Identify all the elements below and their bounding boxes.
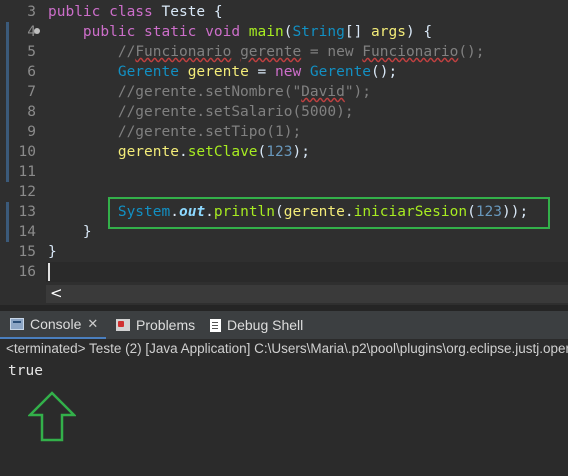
code-token: Teste {	[161, 4, 223, 20]
code-line[interactable]: 16	[0, 262, 568, 282]
code-line[interactable]: 6 Gerente gerente = new Gerente();	[0, 62, 568, 82]
code-token: Gerente	[117, 64, 188, 80]
tab-problems-label: Problems	[136, 317, 196, 333]
panel-tabbar: Console ✕ Problems Debug Shell	[0, 311, 568, 339]
console-output-text: true	[8, 363, 43, 379]
code-token: gerente	[117, 144, 179, 160]
horizontal-scrollbar[interactable]: <	[46, 284, 568, 303]
code-text: }	[48, 242, 57, 262]
code-token: (	[257, 144, 267, 160]
code-token: static	[144, 24, 206, 40]
code-line[interactable]: 15}	[0, 242, 568, 262]
text-caret	[48, 263, 50, 281]
tab-problems[interactable]: Problems	[106, 311, 195, 339]
code-token: 123	[266, 144, 293, 160]
code-text: //gerente.setSalario(5000);	[48, 102, 354, 122]
line-number: 12	[18, 184, 36, 200]
code-token: public	[48, 4, 110, 20]
code-token: Funcionario	[135, 44, 232, 60]
line-number: 13	[18, 204, 36, 220]
annotation-arrow-up-icon	[28, 391, 76, 442]
code-text: public class Teste {	[48, 2, 223, 22]
override-marker-icon[interactable]	[34, 28, 40, 34]
code-editor[interactable]: 3 public class Teste {4 public static voi…	[0, 0, 568, 305]
tab-debug-shell[interactable]: Debug Shell	[200, 311, 303, 339]
code-text: //Funcionario gerente = new Funcionario(…	[48, 42, 485, 62]
console-icon	[10, 318, 24, 330]
code-line[interactable]: 7 //gerente.setNombre("David");	[0, 82, 568, 102]
code-token: []	[344, 24, 372, 40]
line-number: 14	[18, 224, 36, 240]
code-token: ");	[344, 84, 372, 100]
console-output-area[interactable]: true	[0, 359, 568, 476]
code-line[interactable]: 9 //gerente.setTipo(1);	[0, 122, 568, 142]
code-token: ();	[371, 64, 398, 80]
code-token: gerente	[240, 44, 302, 60]
line-number: 5	[27, 44, 36, 60]
code-token: public	[82, 24, 145, 40]
line-number: 10	[18, 144, 36, 160]
code-token: //gerente.setTipo(1);	[117, 124, 302, 140]
code-token: setClave	[187, 144, 258, 160]
code-token: .	[178, 144, 188, 160]
line-number: 15	[18, 244, 36, 260]
code-line[interactable]: 11	[0, 162, 568, 182]
code-token: Funcionario	[362, 44, 459, 60]
code-token: David	[301, 84, 345, 100]
annotation-highlight-box	[108, 197, 550, 229]
tab-console[interactable]: Console ✕	[0, 311, 106, 339]
code-line[interactable]: 5 //Funcionario gerente = new Funcionari…	[0, 42, 568, 62]
code-text: }	[48, 222, 92, 242]
code-text: //gerente.setNombre("David");	[48, 82, 371, 102]
code-token: void	[205, 24, 249, 40]
code-token: //gerente.setNombre("	[117, 84, 302, 100]
code-token: Gerente	[309, 64, 372, 80]
code-text: //gerente.setTipo(1);	[48, 122, 301, 142]
line-number: 8	[27, 104, 36, 120]
close-icon[interactable]: ✕	[87, 316, 98, 332]
code-token: new	[275, 64, 310, 80]
code-token: ) {	[405, 24, 433, 40]
code-token: String	[292, 24, 345, 40]
line-number: 6	[27, 64, 36, 80]
code-token: //	[117, 44, 136, 60]
line-number: 11	[18, 164, 36, 180]
code-line[interactable]: 8 //gerente.setSalario(5000);	[0, 102, 568, 122]
line-number: 3	[27, 4, 36, 20]
code-text: Gerente gerente = new Gerente();	[48, 62, 397, 82]
code-line[interactable]: 3 public class Teste {	[0, 2, 568, 22]
code-token: }	[48, 244, 57, 260]
code-text: public static void main(String[] args) {	[48, 22, 432, 42]
line-number: 9	[27, 124, 36, 140]
code-token: args	[371, 24, 406, 40]
debug-shell-icon	[210, 318, 221, 332]
console-status-line: <terminated> Teste (2) [Java Application…	[0, 339, 568, 359]
code-token: }	[48, 224, 92, 240]
tab-console-label: Console	[30, 316, 82, 332]
line-number: 16	[18, 264, 36, 280]
code-token: =	[248, 64, 275, 80]
code-token: gerente	[187, 64, 249, 80]
code-token: //gerente.setSalario(5000);	[117, 104, 354, 120]
code-token: ();	[458, 44, 485, 60]
code-token: );	[292, 144, 310, 160]
code-token: = new	[301, 44, 363, 60]
code-text: gerente.setClave(123);	[48, 142, 310, 162]
scroll-left-icon[interactable]: <	[50, 284, 63, 302]
line-number: 7	[27, 84, 36, 100]
tab-debug-shell-label: Debug Shell	[227, 317, 304, 333]
code-line[interactable]: 10 gerente.setClave(123);	[0, 142, 568, 162]
code-line[interactable]: 4 public static void main(String[] args)…	[0, 22, 568, 42]
code-token: class	[109, 4, 162, 20]
code-token: main	[248, 24, 284, 40]
problems-icon	[116, 319, 130, 331]
